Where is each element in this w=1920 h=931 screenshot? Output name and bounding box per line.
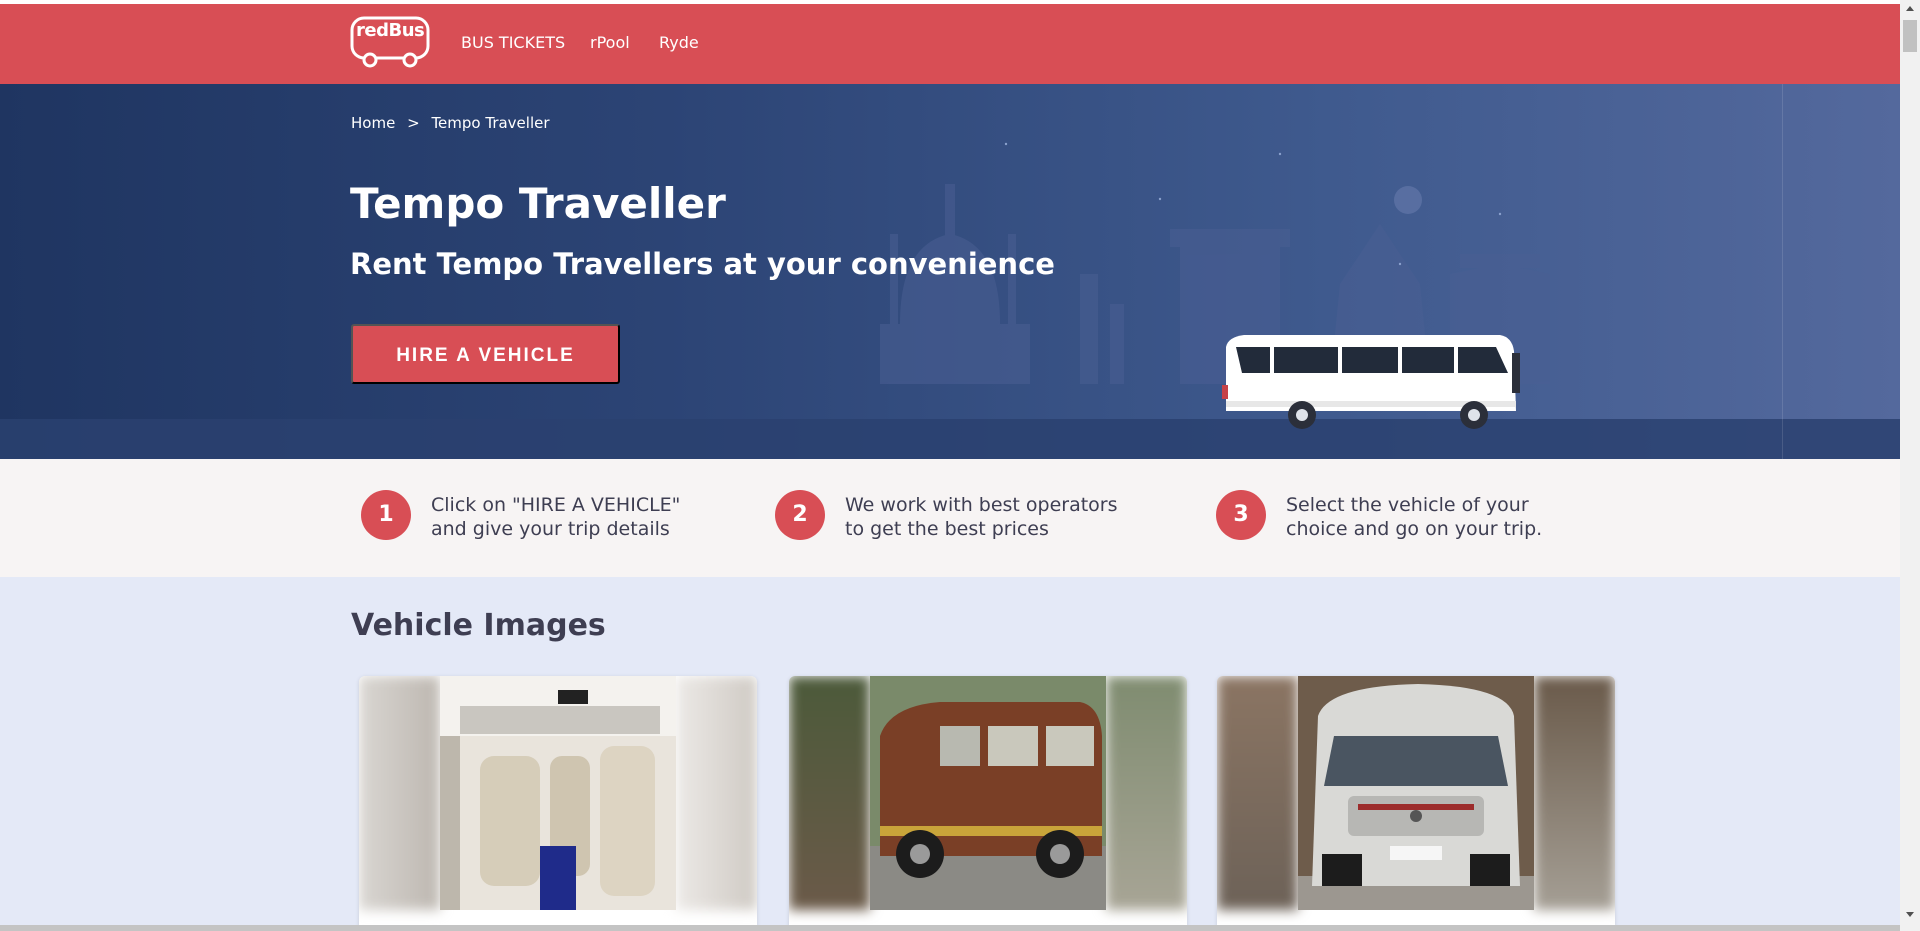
photo-blur-left (359, 676, 440, 910)
photo-blur-right (676, 676, 757, 910)
photo-blur-left (1217, 676, 1298, 910)
site-header: redBus BUS TICKETS rPool Ryde (0, 4, 1900, 84)
step-number-badge: 1 (361, 490, 411, 540)
scroll-down-arrow-icon[interactable] (1906, 912, 1914, 917)
page-subtitle: Rent Tempo Travellers at your convenienc… (350, 247, 1055, 281)
tempo-traveller-illustration (1222, 335, 1520, 429)
step-line: to get the best prices (845, 518, 1049, 540)
logo-text: redBus (356, 20, 425, 41)
vehicle-images-title: Vehicle Images (351, 608, 606, 643)
how-it-works: 1 Click on "HIRE A VEHICLE" and give you… (0, 459, 1900, 577)
breadcrumb-current: Tempo Traveller (431, 114, 550, 132)
step-line: choice and go on your trip. (1286, 518, 1543, 540)
step-text: Click on "HIRE A VEHICLE" and give your … (431, 493, 731, 541)
hero-ground-strip (0, 419, 1900, 459)
step-text: We work with best operators to get the b… (845, 493, 1145, 541)
vehicle-front-photo (1217, 676, 1615, 910)
step-line: We work with best operators (845, 494, 1118, 516)
vehicle-image-card[interactable] (789, 676, 1187, 931)
silver-van-image (1298, 676, 1534, 910)
breadcrumb: Home > Tempo Traveller (351, 114, 550, 132)
nav-ryde[interactable]: Ryde (659, 33, 699, 52)
hero-divider (1782, 84, 1783, 459)
photo-blur-right (1106, 676, 1187, 910)
horizontal-scrollbar[interactable] (0, 925, 1900, 931)
vertical-scrollbar[interactable] (1900, 0, 1920, 931)
nav-rpool[interactable]: rPool (590, 33, 630, 52)
step-number-badge: 2 (775, 490, 825, 540)
seats-interior-image (440, 676, 676, 910)
vehicle-image-card[interactable] (359, 676, 757, 931)
brown-van-image (870, 676, 1106, 910)
vehicle-image-card[interactable] (1217, 676, 1615, 931)
redbus-logo[interactable]: redBus (350, 16, 432, 70)
step-text: Select the vehicle of your choice and go… (1286, 493, 1586, 541)
photo-blur-right (1534, 676, 1615, 910)
step-line: Click on "HIRE A VEHICLE" (431, 494, 681, 516)
vehicle-exterior-photo (789, 676, 1187, 910)
scroll-up-arrow-icon[interactable] (1906, 6, 1914, 11)
breadcrumb-separator: > (407, 114, 420, 132)
nav-bus-tickets[interactable]: BUS TICKETS (461, 33, 565, 52)
hire-vehicle-button[interactable]: HIRE A VEHICLE (351, 324, 620, 384)
page-title: Tempo Traveller (350, 179, 726, 228)
step-line: Select the vehicle of your (1286, 494, 1529, 516)
hero-banner: Home > Tempo Traveller Tempo Traveller R… (0, 84, 1900, 459)
breadcrumb-home[interactable]: Home (351, 114, 395, 132)
scrollbar-thumb[interactable] (1903, 20, 1917, 52)
photo-blur-left (789, 676, 870, 910)
step-line: and give your trip details (431, 518, 670, 540)
vehicle-interior-photo (359, 676, 757, 910)
step-number-badge: 3 (1216, 490, 1266, 540)
